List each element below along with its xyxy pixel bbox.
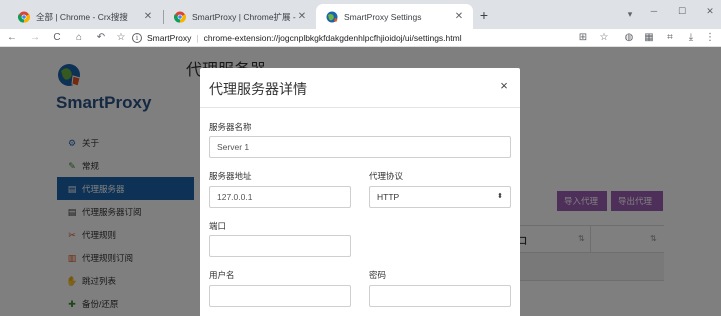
select-caret-icon: ⬍ (497, 193, 503, 200)
site-info-icon[interactable]: i (132, 33, 142, 43)
reload-icon[interactable]: C (50, 31, 64, 45)
site-name: SmartProxy (147, 33, 192, 43)
tab-smartproxy-settings[interactable]: SmartProxy Settings ✕ (316, 4, 473, 29)
bookmark-star-icon[interactable]: ☆ (114, 31, 128, 45)
undo-icon[interactable]: ↶ (94, 31, 108, 45)
star-icon[interactable]: ☆ (597, 31, 611, 45)
tab-title: SmartProxy | Chrome扩展 - Crx (192, 11, 296, 22)
address-bar[interactable]: i SmartProxy | chrome-extension://jogcnp… (132, 30, 572, 46)
close-icon[interactable]: × (498, 78, 510, 93)
proxy-details-dialog: 代理服务器详情 × 服务器名称 Server 1 服务器地址 127.0.0.1… (200, 68, 520, 316)
tab-strip: 全部 | Chrome - Crx搜搜 ✕ SmartProxy | Chrom… (0, 0, 721, 29)
crop-icon[interactable]: ⌗ (663, 31, 677, 45)
dialog-title: 代理服务器详情 (209, 81, 307, 97)
browser-toolbar: ← → C ⌂ ↶ ☆ i SmartProxy | chrome-extens… (0, 29, 721, 47)
username-field[interactable] (209, 285, 351, 307)
minimize-button[interactable]: ─ (646, 6, 662, 16)
chrome-icon (174, 11, 186, 23)
qr-icon[interactable]: ▦ (642, 31, 656, 45)
tab-close-icon[interactable]: ✕ (142, 11, 154, 23)
url-text[interactable]: chrome-extension://jogcnplbkgkfdakgdenhl… (204, 33, 462, 43)
menu-kebab-icon[interactable]: ⋮ (703, 31, 717, 45)
port-field[interactable] (209, 235, 351, 257)
translate-icon[interactable]: ⊞ (576, 31, 590, 45)
protocol-value: HTTP (377, 192, 400, 202)
tab-chrome-extension[interactable]: SmartProxy | Chrome扩展 - Crx ✕ (164, 4, 316, 29)
forward-arrow-icon[interactable]: → (28, 31, 42, 45)
tab-title: 全部 | Chrome - Crx搜搜 (36, 11, 128, 22)
password-field[interactable] (369, 285, 511, 307)
extension-icon[interactable]: ◍ (622, 31, 636, 45)
tab-close-icon[interactable]: ✕ (453, 11, 465, 23)
smartproxy-icon (326, 11, 338, 23)
port-label: 端口 (209, 221, 227, 231)
protocol-label: 代理协议 (369, 171, 404, 181)
dialog-header: 代理服务器详情 × (200, 68, 520, 108)
tab-title: SmartProxy Settings (344, 11, 422, 22)
server-name-field[interactable]: Server 1 (209, 136, 511, 158)
server-address-field[interactable]: 127.0.0.1 (209, 186, 351, 208)
home-icon[interactable]: ⌂ (72, 31, 86, 45)
download-icon[interactable]: ⤓ (684, 31, 698, 45)
chrome-icon (18, 11, 30, 23)
protocol-select[interactable]: HTTP ⬍ (369, 186, 511, 208)
tab-search-icon[interactable]: ▾ (622, 9, 638, 20)
password-label: 密码 (369, 270, 387, 280)
tab-close-icon[interactable]: ✕ (296, 11, 308, 23)
url-separator: | (196, 33, 199, 43)
server-address-label: 服务器地址 (209, 171, 252, 181)
tab-crx-search[interactable]: 全部 | Chrome - Crx搜搜 ✕ (8, 4, 162, 29)
close-window-button[interactable]: ✕ (702, 6, 718, 17)
maximize-button[interactable]: ☐ (674, 6, 690, 17)
new-tab-button[interactable]: + (476, 7, 492, 23)
server-name-label: 服务器名称 (209, 122, 252, 132)
back-arrow-icon[interactable]: ← (5, 31, 19, 45)
username-label: 用户名 (209, 270, 235, 280)
